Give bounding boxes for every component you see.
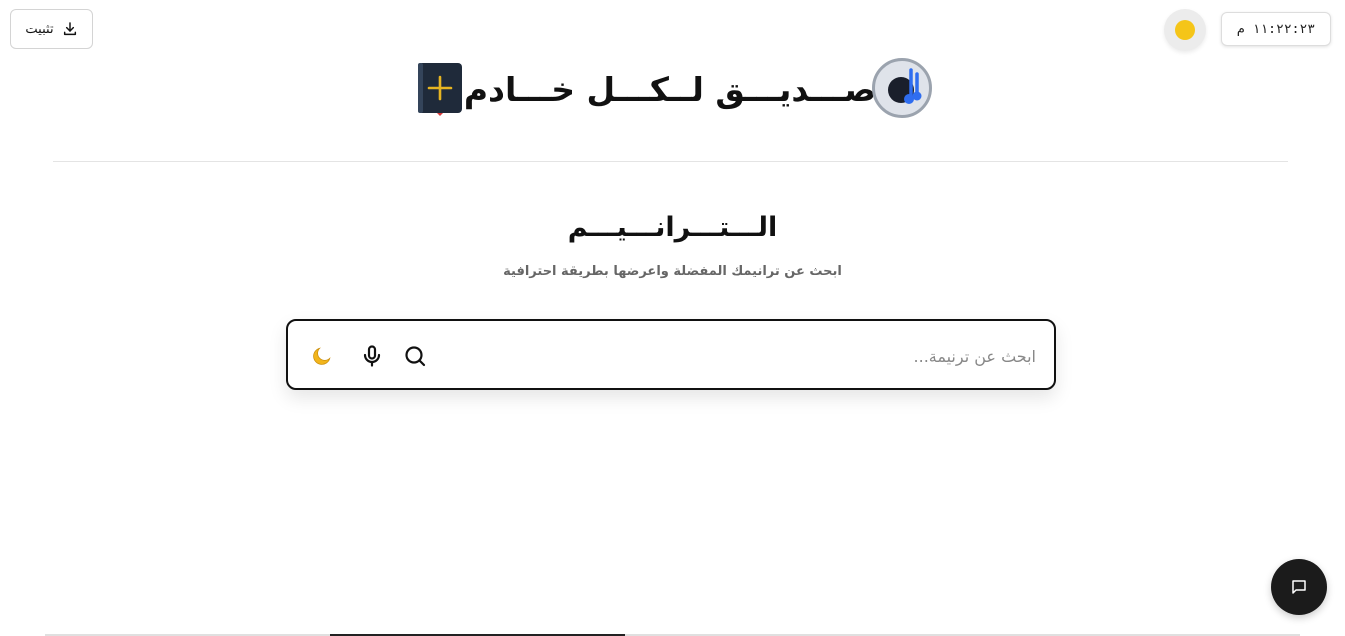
chat-button[interactable] [1271,559,1327,615]
music-note-icon [888,68,922,104]
clock-display: ١١:٢٢:٢٣ م [1221,12,1331,46]
download-icon [63,22,76,36]
site-header: صـــديـــق لــكـــل خـــادم [0,56,1345,122]
sun-icon [1175,20,1195,40]
search-icon [405,346,426,367]
header-divider [53,161,1288,162]
microphone-icon [363,345,381,367]
theme-toggle-button[interactable] [1164,9,1206,51]
bible-icon [418,63,462,116]
install-button[interactable]: تثبيت [10,9,93,49]
install-label: تثبيت [25,21,54,36]
site-logo[interactable] [872,58,932,118]
moon-icon [313,347,331,365]
search-bar [286,319,1056,390]
chat-icon [1292,580,1306,594]
page-title: الـــتـــرانـــيـــم [567,212,778,243]
dark-mode-button[interactable] [307,341,337,371]
search-input[interactable] [474,335,1038,377]
voice-search-button[interactable] [357,341,387,371]
page-subtitle: ابحث عن ترانيمك المفضلة واعرضها بطريقة ا… [503,264,842,279]
site-title: صـــديـــق لــكـــل خـــادم [463,69,877,109]
search-button[interactable] [400,341,430,371]
